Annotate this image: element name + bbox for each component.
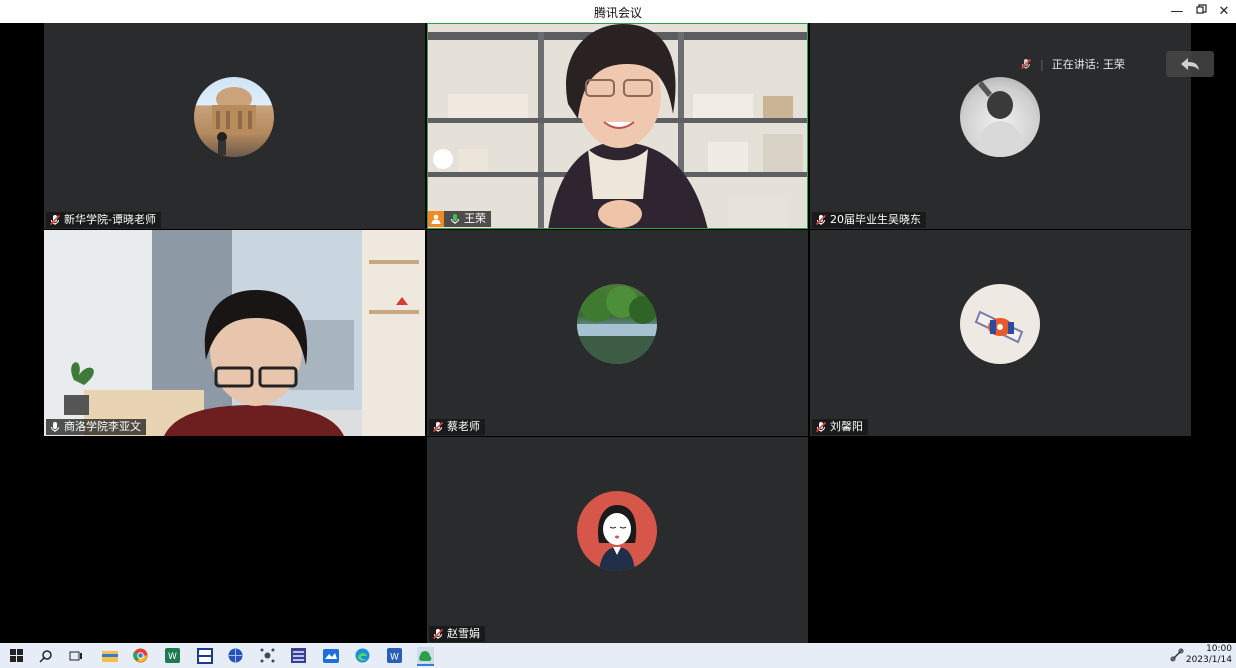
speaking-indicator: | 正在讲话: 王荣 <box>1020 53 1125 75</box>
participant-tile[interactable]: 刘馨阳 <box>810 230 1191 436</box>
mic-muted-icon <box>815 214 827 226</box>
avatar <box>194 77 274 157</box>
avatar <box>577 491 657 571</box>
nameplate: 刘馨阳 <box>812 419 868 435</box>
participant-name: 赵雪娟 <box>447 627 480 640</box>
network-icon[interactable] <box>259 647 276 664</box>
nameplate: 新华学院-谭晓老师 <box>46 212 161 228</box>
speaking-text: 正在讲话: 王荣 <box>1051 58 1125 71</box>
participant-tile[interactable]: 20届毕业生吴晓东 <box>810 23 1191 229</box>
taskbar: W W 10:00 2023/1/14 <box>0 643 1236 668</box>
title-bar: 腾讯会议 — ✕ <box>0 0 1236 23</box>
video-feed <box>428 24 807 228</box>
mic-muted-icon <box>49 214 61 226</box>
mic-muted-icon <box>1020 58 1032 70</box>
participant-name: 刘馨阳 <box>830 420 863 433</box>
svg-text:W: W <box>168 652 177 662</box>
clock-date: 2023/1/14 <box>1185 655 1232 665</box>
window-title: 腾讯会议 <box>593 6 642 20</box>
edge-icon[interactable] <box>354 647 371 664</box>
windows-start-icon[interactable] <box>8 647 25 664</box>
mic-icon <box>51 422 59 432</box>
app-icon[interactable] <box>290 647 307 664</box>
network-status-icon[interactable] <box>1170 647 1184 666</box>
participant-tile[interactable]: 商洛学院李亚文 <box>44 230 425 436</box>
participant-name: 蔡老师 <box>447 420 480 433</box>
wps-icon[interactable]: W <box>164 647 181 664</box>
participant-tile-active[interactable]: 王荣 <box>427 23 808 229</box>
mic-muted-icon <box>432 628 444 640</box>
isp-icon[interactable] <box>196 647 213 664</box>
nameplate: 赵雪娟 <box>429 626 485 642</box>
avatar <box>960 284 1040 364</box>
file-explorer-icon[interactable] <box>101 647 118 664</box>
close-button[interactable]: ✕ <box>1211 1 1236 22</box>
participant-tile[interactable]: 蔡老师 <box>427 230 808 436</box>
participant-tile[interactable]: 赵雪娟 <box>427 437 808 643</box>
participant-name: 20届毕业生吴晓东 <box>830 213 921 226</box>
clock-time: 10:00 <box>1206 644 1232 654</box>
nameplate: 王荣 <box>428 211 491 227</box>
task-view-icon[interactable] <box>67 647 84 664</box>
participant-tile[interactable]: 新华学院-谭晓老师 <box>44 23 425 229</box>
mail-icon[interactable] <box>322 647 339 664</box>
svg-text:W: W <box>390 653 399 663</box>
participant-name: 商洛学院李亚文 <box>64 420 141 433</box>
video-grid: 新华学院-谭晓老师 王荣 20届毕业生吴晓东 商洛学院李亚文 蔡老师 刘馨阳 赵… <box>0 23 1236 643</box>
nameplate: 蔡老师 <box>429 419 485 435</box>
minimize-button[interactable]: — <box>1164 1 1190 22</box>
word-icon[interactable]: W <box>386 647 403 664</box>
collapse-button[interactable] <box>1166 51 1214 77</box>
avatar <box>960 77 1040 157</box>
participant-name: 新华学院-谭晓老师 <box>64 213 156 226</box>
mic-active-icon <box>451 214 459 224</box>
chrome-icon[interactable] <box>132 647 149 664</box>
participant-name: 王荣 <box>464 212 486 225</box>
video-feed <box>44 230 425 436</box>
nameplate: 20届毕业生吴晓东 <box>812 212 926 228</box>
host-icon <box>428 211 444 227</box>
mic-muted-icon <box>432 421 444 433</box>
globe-icon[interactable] <box>227 647 244 664</box>
system-clock[interactable]: 10:00 2023/1/14 <box>1186 644 1232 666</box>
reply-arrow-icon <box>1181 58 1199 70</box>
restore-icon <box>1195 4 1207 14</box>
avatar <box>577 284 657 364</box>
search-icon[interactable] <box>37 647 54 664</box>
tencent-meeting-icon[interactable] <box>417 647 434 666</box>
mic-muted-icon <box>815 421 827 433</box>
nameplate: 商洛学院李亚文 <box>46 419 146 435</box>
